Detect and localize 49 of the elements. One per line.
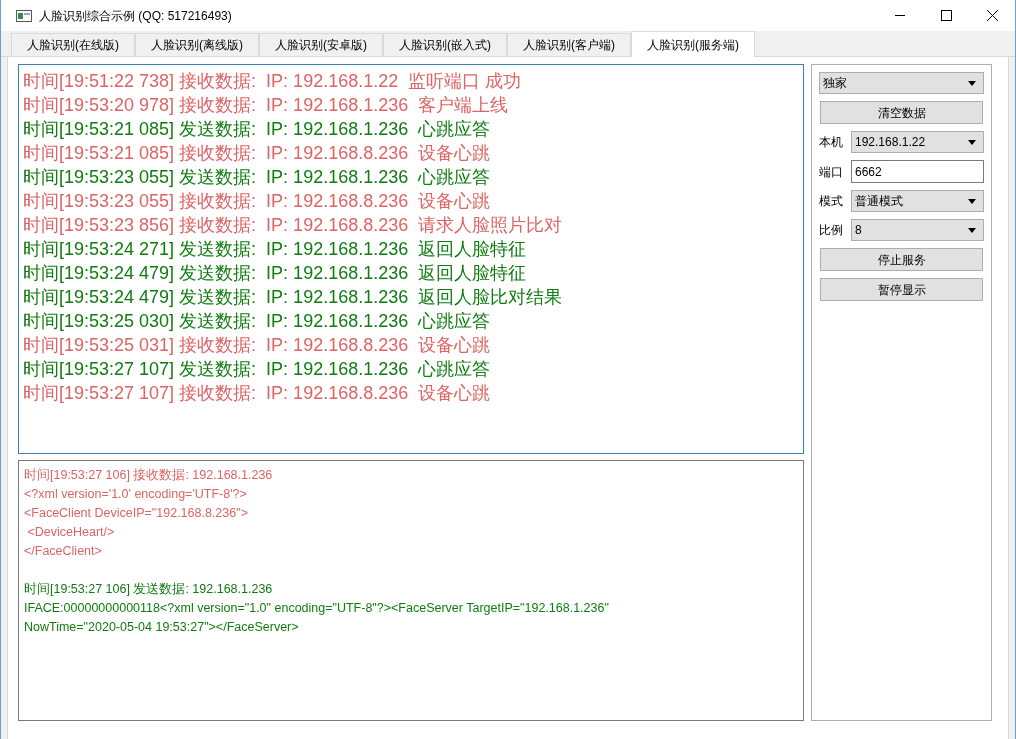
- tab[interactable]: 人脸识别(服务端): [631, 31, 755, 57]
- app-icon: [16, 9, 32, 22]
- window-title: 人脸识别综合示例 (QQ: 517216493): [39, 7, 232, 25]
- tab[interactable]: 人脸识别(客户端): [507, 33, 631, 56]
- dropdown-arrow-icon: [968, 227, 976, 233]
- action-button[interactable]: 清空数据: [820, 101, 983, 124]
- log-line: 时间[19:53:24 479] 发送数据: IP: 192.168.1.236 返回人脸特征: [23, 262, 528, 285]
- dropdown[interactable]: 192.168.1.22: [851, 131, 984, 153]
- log-line: 时间[19:53:23 055] 接收数据: IP: 192.168.8.236 设备心跳: [23, 190, 492, 213]
- log-line: 时间[19:53:25 031] 接收数据: IP: 192.168.8.236 设备心跳: [23, 334, 492, 357]
- detail-line: <DeviceHeart/>: [26, 524, 116, 541]
- log-line: 时间[19:53:20 978] 接收数据: IP: 192.168.1.236 客户端上线: [23, 94, 510, 117]
- field-label: 模式: [819, 193, 844, 210]
- dropdown[interactable]: 8: [851, 219, 984, 241]
- action-button[interactable]: 停止服务: [820, 248, 983, 271]
- log-line: 时间[19:53:24 271] 发送数据: IP: 192.168.1.236 返回人脸特征: [23, 238, 528, 261]
- dropdown[interactable]: 独家: [819, 72, 984, 94]
- log-line: 时间[19:53:21 085] 接收数据: IP: 192.168.8.236 设备心跳: [23, 142, 492, 165]
- log-line: 时间[19:53:27 107] 接收数据: IP: 192.168.8.236 设备心跳: [23, 382, 492, 405]
- detail-line: </FaceClient>: [24, 543, 103, 560]
- log-line: 时间[19:53:23 856] 接收数据: IP: 192.168.8.236 请求人脸照片比对: [23, 214, 564, 237]
- tab[interactable]: 人脸识别(安卓版): [259, 33, 383, 56]
- field-label: 比例: [819, 222, 844, 239]
- tab[interactable]: 人脸识别(嵌入式): [383, 33, 507, 56]
- tab[interactable]: 人脸识别(在线版): [11, 33, 135, 56]
- maximize-icon: [940, 10, 952, 21]
- log-line: 时间[19:53:25 030] 发送数据: IP: 192.168.1.236 心跳应答: [23, 310, 492, 333]
- dropdown-arrow-icon: [968, 80, 976, 86]
- field-label: 端口: [819, 163, 844, 181]
- minimize-icon: [895, 15, 905, 16]
- close-icon: [986, 10, 998, 21]
- detail-line: <FaceClient DeviceIP="192.168.8.236">: [24, 505, 249, 522]
- detail-line: NowTime="2020-05-04 19:53:27"></FaceServer>: [24, 619, 300, 636]
- dropdown[interactable]: 普通模式: [851, 190, 984, 212]
- log-line: 时间[19:53:23 055] 发送数据: IP: 192.168.1.236 心跳应答: [23, 166, 492, 189]
- dropdown-arrow-icon: [968, 198, 976, 204]
- port-field[interactable]: 6662: [851, 160, 984, 183]
- detail-line: 时间[19:53:27 106] 发送数据: 192.168.1.236: [24, 581, 274, 598]
- log-line: 时间[19:53:27 107] 发送数据: IP: 192.168.1.236 心跳应答: [23, 358, 492, 381]
- dropdown-arrow-icon: [968, 139, 976, 145]
- tab[interactable]: 人脸识别(离线版): [135, 33, 259, 56]
- log-line: 时间[19:51:22 738] 接收数据: IP: 192.168.1.22 监听端口 成功: [23, 70, 523, 93]
- field-label: 本机: [819, 134, 844, 151]
- log-line: 时间[19:53:24 479] 发送数据: IP: 192.168.1.236 返回人脸比对结果: [23, 286, 564, 309]
- log-line: 时间[19:53:21 085] 发送数据: IP: 192.168.1.236 心跳应答: [23, 118, 492, 141]
- detail-line: <?xml version='1.0' encoding='UTF-8'?>: [24, 486, 248, 503]
- action-button[interactable]: 暂停显示: [820, 278, 983, 301]
- detail-line: 时间[19:53:27 106] 接收数据: 192.168.1.236: [24, 467, 274, 484]
- detail-line: IFACE:00000000000118<?xml version="1.0" encoding="UTF-8"?><FaceServer TargetIP="192.168.1.236": [24, 600, 610, 617]
